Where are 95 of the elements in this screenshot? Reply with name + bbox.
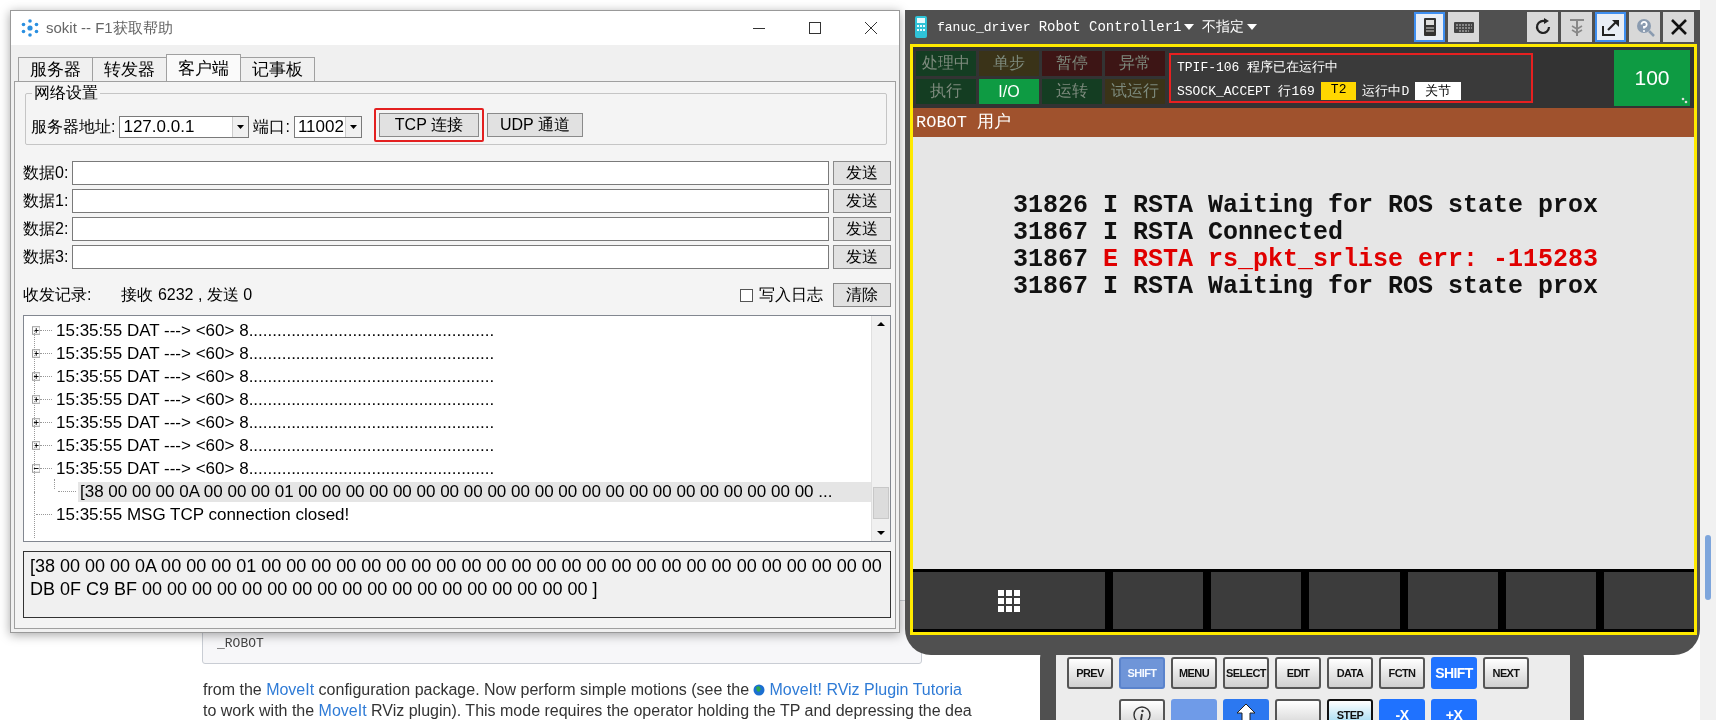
key[interactable]: PREV xyxy=(1067,657,1113,689)
scrollbar[interactable] xyxy=(871,316,890,541)
maximize-icon xyxy=(809,22,821,34)
dropdown[interactable]: 127.0.0.1 xyxy=(119,116,250,138)
button[interactable]: TCP 连接 xyxy=(378,113,479,137)
logo-icon xyxy=(20,18,40,38)
key[interactable]: DATA xyxy=(1327,657,1373,689)
log-entry[interactable]: 15:35:55 DAT ---> <60> 8.................................................... xyxy=(54,320,497,341)
globe-icon xyxy=(753,684,766,696)
controller-menu[interactable]: Robot Controller1 xyxy=(1038,19,1182,35)
scrollbar-thumb[interactable] xyxy=(1705,535,1711,600)
input-field[interactable] xyxy=(72,245,829,269)
link[interactable]: MoveIt xyxy=(266,681,315,698)
status-indicator: 暂停 xyxy=(1042,51,1102,76)
arrow-up-icon xyxy=(1235,703,1257,720)
key[interactable]: SHIFT xyxy=(1431,657,1477,689)
log-entry[interactable]: 15:35:55 MSG TCP connection closed! xyxy=(54,504,352,525)
screen-title-bar: ROBOT 用户 xyxy=(913,108,1694,137)
scrollbar[interactable] xyxy=(1700,0,1716,720)
status-indicator: 单步 xyxy=(979,51,1039,76)
info-icon xyxy=(1133,706,1151,720)
override-indicator: 100 xyxy=(1614,49,1690,106)
log-entry[interactable]: 15:35:55 DAT ---> <60> 8.................................................... xyxy=(54,389,497,410)
field-label: 数据1: xyxy=(23,190,69,211)
tab[interactable]: 转发器 xyxy=(92,57,167,81)
caret-icon xyxy=(1247,24,1258,30)
field-label: 数据0: xyxy=(23,162,69,183)
status-badge: 关节 xyxy=(1415,81,1462,100)
link[interactable]: MoveIt xyxy=(318,702,367,719)
section-label: 收发记录: xyxy=(23,284,92,305)
clear-button[interactable]: 清除 xyxy=(833,283,891,307)
checkbox-label: 写入日志 xyxy=(759,284,823,305)
key[interactable]: MENU xyxy=(1171,657,1217,689)
status-indicator: 执行 xyxy=(916,79,976,104)
log-entry[interactable]: [38 00 00 00 0A 00 00 00 01 00 00 00 00 00 00 00 00 00 00 00 00 00 00 00 00 00 00 00 00 00 00 ... xyxy=(78,481,871,502)
function-key[interactable] xyxy=(913,572,1105,629)
grid-icon xyxy=(998,589,1020,612)
tab[interactable]: 客户端 xyxy=(166,54,241,81)
field-label: 端口: xyxy=(253,117,290,137)
send-button[interactable]: 发送 xyxy=(833,217,891,241)
toolbar-button[interactable] xyxy=(1414,12,1445,42)
status-text: SSOCK_ACCEPT 行169 xyxy=(1177,82,1315,100)
key[interactable]: NEXT xyxy=(1483,657,1529,689)
field-label: 数据3: xyxy=(23,246,69,267)
button[interactable]: UDP 通道 xyxy=(486,113,583,137)
status-badge: T2 xyxy=(1320,81,1357,100)
status-indicator: 试运行 xyxy=(1105,79,1165,104)
input-field[interactable] xyxy=(72,161,829,185)
code-text: _ROBOT xyxy=(217,636,264,651)
counter-text: 接收 6232 , 发送 0 xyxy=(121,284,253,305)
status-text: 运行中D xyxy=(1362,82,1410,100)
tab[interactable]: 服务器 xyxy=(18,57,93,81)
log-line: 31867 I RSTA Waiting for ROS state prox xyxy=(1013,273,1600,300)
indicator-icon xyxy=(1681,96,1688,104)
status-indicator: I/O xyxy=(979,79,1039,104)
key[interactable]: STEP xyxy=(1327,699,1373,720)
key[interactable]: EDIT xyxy=(1275,657,1321,689)
tab[interactable]: 记事板 xyxy=(240,57,315,81)
field-label: 服务器地址: xyxy=(31,117,116,137)
app-name: fanuc_driver xyxy=(937,19,1031,35)
paragraph-line: to work with the MoveIt RViz plugin). This mode requires the operator holding the TP and depressing the dea xyxy=(203,701,972,720)
log-line: 31826 I RSTA Waiting for ROS state prox xyxy=(1013,192,1600,219)
log-entry[interactable]: 15:35:55 DAT ---> <60> 8.................................................... xyxy=(54,343,497,364)
log-entry[interactable]: 15:35:55 DAT ---> <60> 8.................................................... xyxy=(54,412,497,433)
input-field[interactable] xyxy=(72,189,829,213)
key[interactable]: FCTN xyxy=(1379,657,1425,689)
input-field[interactable] xyxy=(72,217,829,241)
log-line: 31867 E RSTA rs_pkt_srlise err: -115283 xyxy=(1013,246,1600,273)
field-label: 数据2: xyxy=(23,218,69,239)
detail-text: [38 00 00 00 0A 00 00 00 01 00 00 00 00 00 00 00 00 00 00 00 00 00 00 00 00 00 00 00 00 00 00 00 00 00 DB 0F C9 BF 00 00 00 00 00 00 00 00 00 00 00 00 00 00 00 00 00 00 ] xyxy=(23,551,891,618)
message-text: TPIF-106 程序已在运行中 xyxy=(1177,58,1340,76)
key[interactable]: -X xyxy=(1379,699,1425,720)
toolbar-button[interactable] xyxy=(1595,12,1626,42)
send-button[interactable]: 发送 xyxy=(833,245,891,269)
dropdown[interactable]: 11002 xyxy=(293,116,362,138)
paragraph-line: from the MoveIt configuration package. Now perform simple motions (see the MoveIt! RViz Plugin Tutoria xyxy=(203,680,962,700)
scrollbar-thumb[interactable] xyxy=(873,487,889,519)
checkbox[interactable] xyxy=(740,288,753,302)
status-indicator: 异常 xyxy=(1105,51,1165,76)
link[interactable]: MoveIt! RViz Plugin Tutoria xyxy=(753,681,962,698)
mode-menu[interactable]: 不指定 xyxy=(1202,18,1245,36)
log-entry[interactable]: 15:35:55 DAT ---> <60> 8.................................................... xyxy=(54,458,497,479)
status-indicator: 处理中 xyxy=(916,51,976,76)
log-line: 31867 I RSTA Connected xyxy=(1013,219,1345,246)
send-button[interactable]: 发送 xyxy=(833,189,891,213)
teach-pendant-icon xyxy=(913,15,929,39)
key[interactable]: SELECT xyxy=(1223,657,1269,689)
status-indicator: 运转 xyxy=(1042,79,1102,104)
close-icon xyxy=(865,22,877,34)
log-entry[interactable]: 15:35:55 DAT ---> <60> 8.................................................... xyxy=(54,435,497,456)
key[interactable]: +X xyxy=(1431,699,1477,720)
log-entry[interactable]: 15:35:55 DAT ---> <60> 8.................................................... xyxy=(54,366,497,387)
send-button[interactable]: 发送 xyxy=(833,161,891,185)
window-title: sokit -- F1获取帮助 xyxy=(46,18,173,38)
caret-icon xyxy=(1184,24,1195,30)
